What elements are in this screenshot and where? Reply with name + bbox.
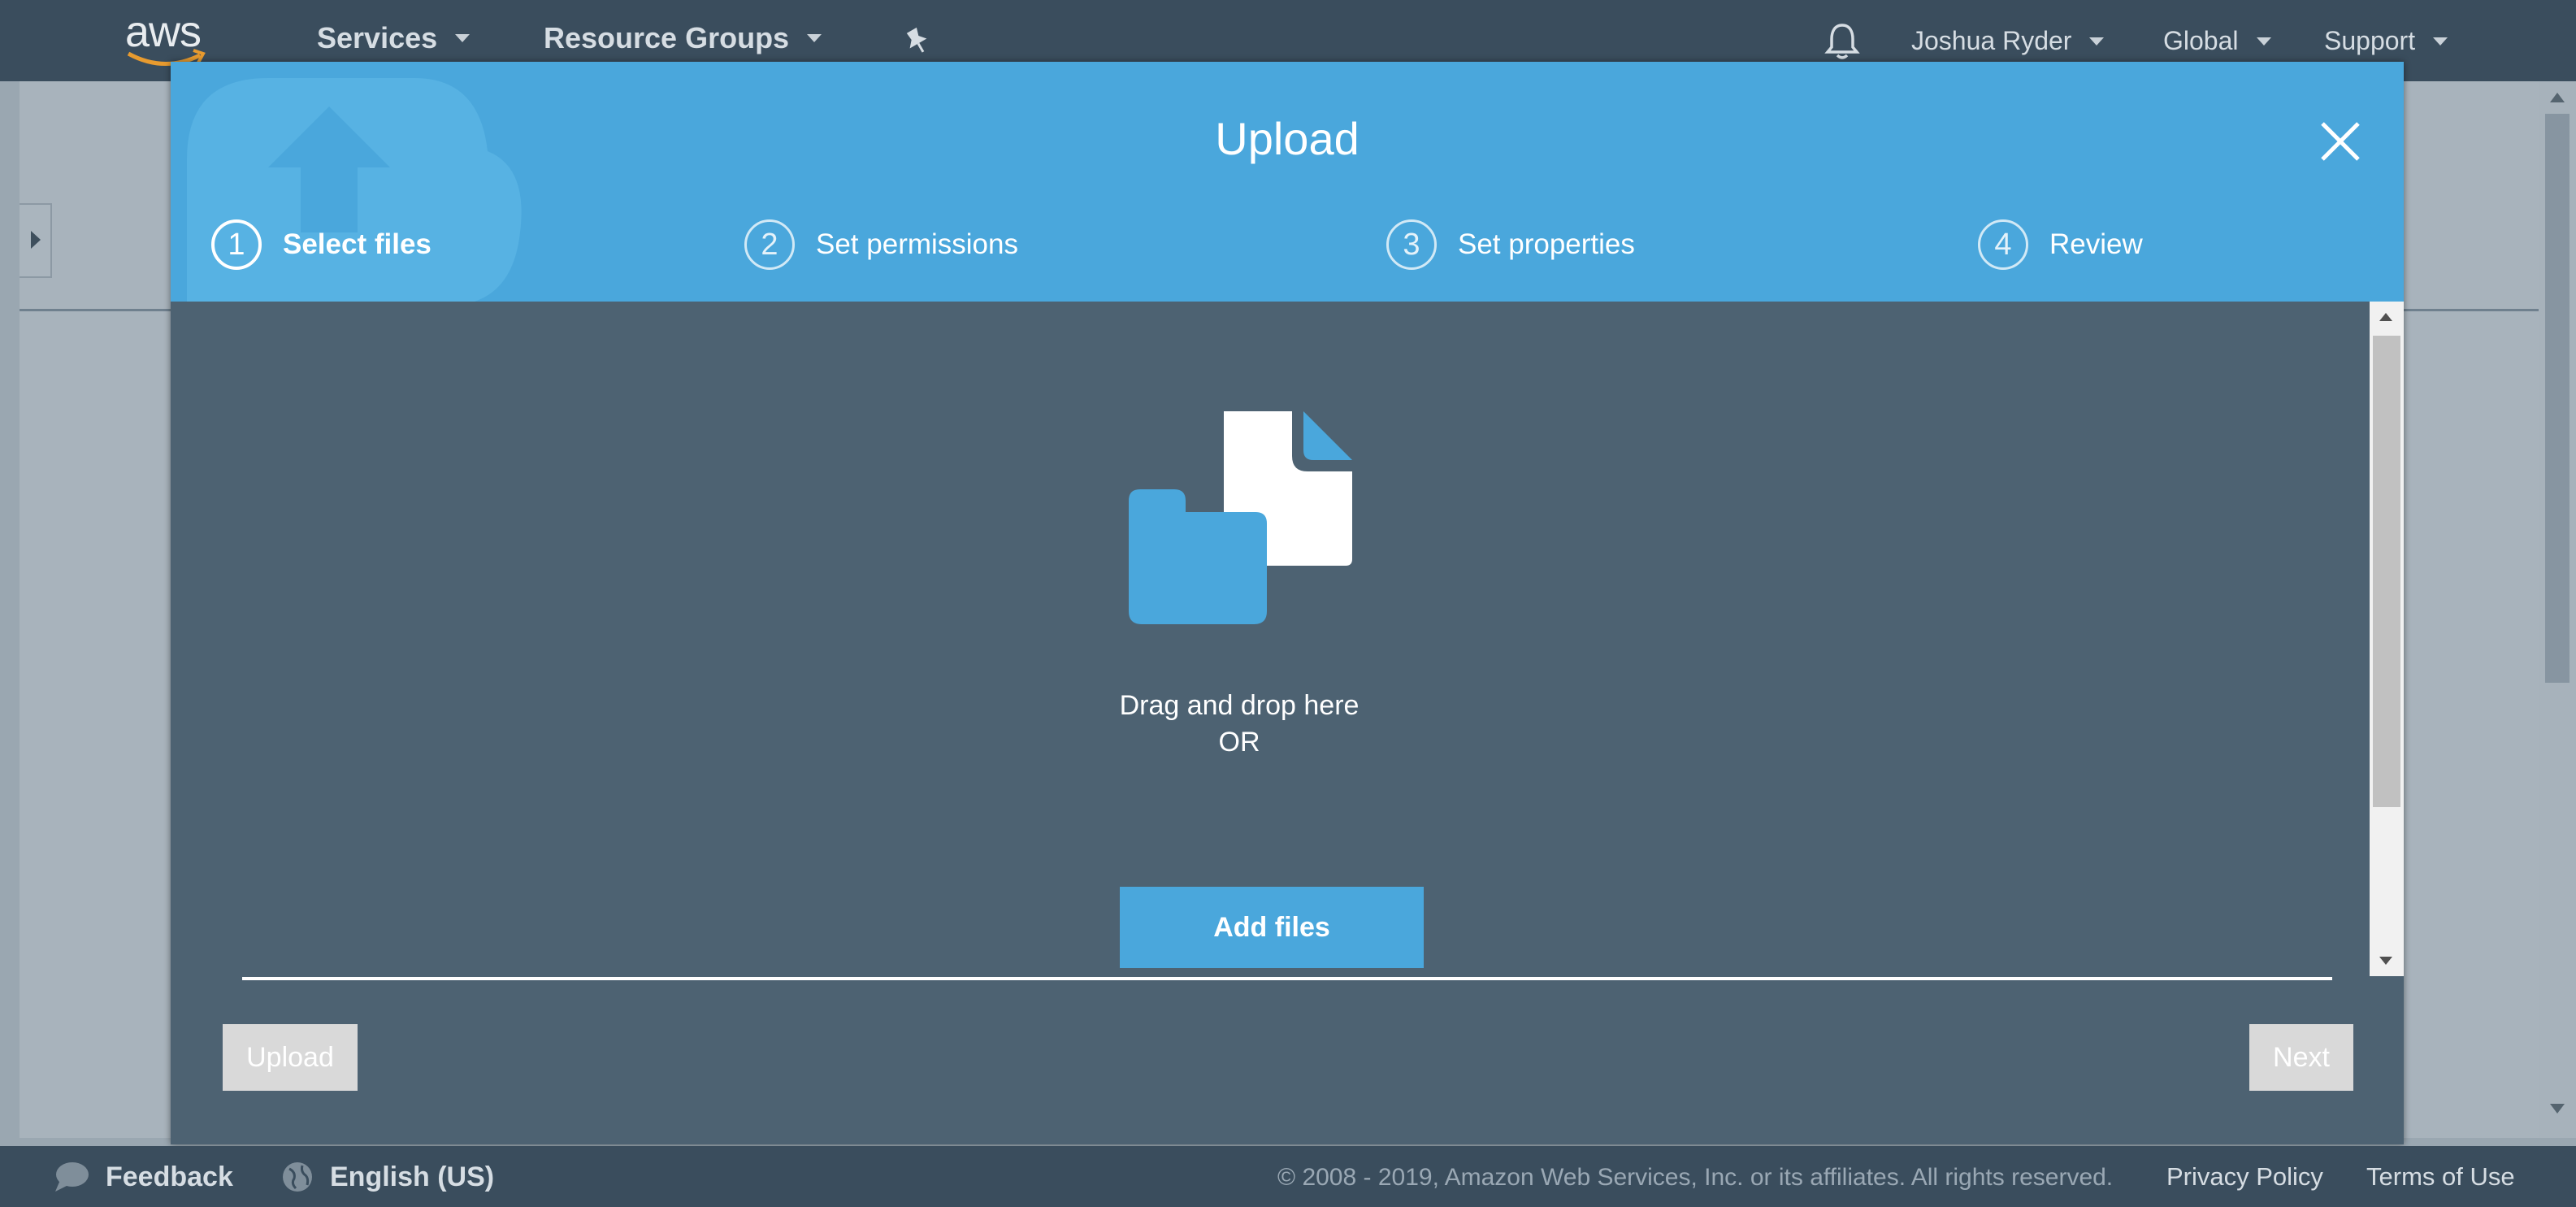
step-number: 4 [1978, 219, 2028, 270]
chevron-down-icon [2089, 37, 2105, 46]
language-label: English (US) [330, 1161, 495, 1192]
upload-button[interactable]: Upload [223, 1024, 358, 1091]
dialog-scroll-thumb[interactable] [2373, 336, 2400, 807]
copyright-text: © 2008 - 2019, Amazon Web Services, Inc.… [1277, 1164, 2114, 1191]
step-review[interactable]: 4 Review [1978, 219, 2143, 270]
speech-bubble-icon [55, 1162, 89, 1192]
feedback-label: Feedback [106, 1161, 233, 1192]
services-label: Services [317, 21, 438, 54]
step-select-files[interactable]: 1 Select files [211, 219, 432, 270]
step-label: Set permissions [816, 228, 1018, 260]
dialog-title: Upload [1215, 113, 1360, 164]
console-footer: Feedback English (US) © 2008 - 2019, Ama… [0, 1146, 2576, 1207]
scroll-down-arrow-icon[interactable] [2379, 957, 2392, 965]
scroll-up-arrow-icon[interactable] [2550, 93, 2565, 102]
chevron-down-icon [2256, 37, 2271, 46]
pin-icon[interactable] [902, 26, 931, 59]
next-button[interactable]: Next [2249, 1024, 2353, 1091]
file-drop-zone[interactable]: Drag and drop here OR Add files [171, 302, 2370, 976]
add-files-button[interactable]: Add files [1120, 887, 1424, 968]
dialog-footer-divider [242, 977, 2332, 980]
privacy-policy-link[interactable]: Privacy Policy [2166, 1162, 2323, 1192]
step-number: 3 [1386, 219, 1437, 270]
chevron-down-icon [2433, 37, 2448, 46]
upload-dialog: Upload 1 Select files 2 Set permissions … [171, 62, 2404, 1144]
region-label: Global [2163, 26, 2239, 55]
scroll-up-arrow-icon[interactable] [2379, 313, 2392, 321]
resource-groups-label: Resource Groups [544, 21, 790, 54]
scroll-down-arrow-icon[interactable] [2550, 1104, 2565, 1114]
page-scrollbar[interactable] [2539, 81, 2576, 1138]
step-number: 1 [211, 219, 262, 270]
terms-of-use-link[interactable]: Terms of Use [2366, 1162, 2515, 1192]
drag-drop-label: Drag and drop here [1119, 690, 1360, 721]
side-panel-toggle[interactable] [20, 203, 52, 278]
feedback-link[interactable]: Feedback [54, 1161, 233, 1193]
language-selector[interactable]: English (US) [281, 1161, 494, 1193]
step-number: 2 [744, 219, 795, 270]
globe-icon [283, 1162, 312, 1192]
support-menu[interactable]: Support [2324, 26, 2448, 56]
file-upload-illustration [1129, 411, 1352, 624]
step-label: Review [2049, 228, 2143, 260]
step-set-properties[interactable]: 3 Set properties [1386, 219, 1635, 270]
upload-dialog-header: Upload 1 Select files 2 Set permissions … [171, 62, 2404, 302]
caret-right-icon [31, 231, 41, 249]
region-menu[interactable]: Global [2163, 26, 2271, 56]
resource-groups-menu[interactable]: Resource Groups [544, 21, 822, 55]
account-name: Joshua Ryder [1911, 26, 2072, 55]
account-menu[interactable]: Joshua Ryder [1911, 26, 2105, 56]
close-icon[interactable] [2316, 117, 2365, 166]
chevron-down-icon [807, 34, 822, 42]
services-menu[interactable]: Services [317, 21, 471, 55]
step-label: Set properties [1458, 228, 1635, 260]
bell-icon[interactable] [1824, 21, 1861, 64]
chevron-down-icon [455, 34, 471, 42]
step-set-permissions[interactable]: 2 Set permissions [744, 219, 1018, 270]
step-label: Select files [283, 228, 432, 260]
page-scroll-thumb[interactable] [2545, 114, 2569, 683]
drop-instructions: Drag and drop here OR [1117, 688, 1361, 761]
dialog-scrollbar[interactable] [2370, 302, 2404, 976]
support-label: Support [2324, 26, 2416, 55]
or-label: OR [1218, 727, 1260, 758]
